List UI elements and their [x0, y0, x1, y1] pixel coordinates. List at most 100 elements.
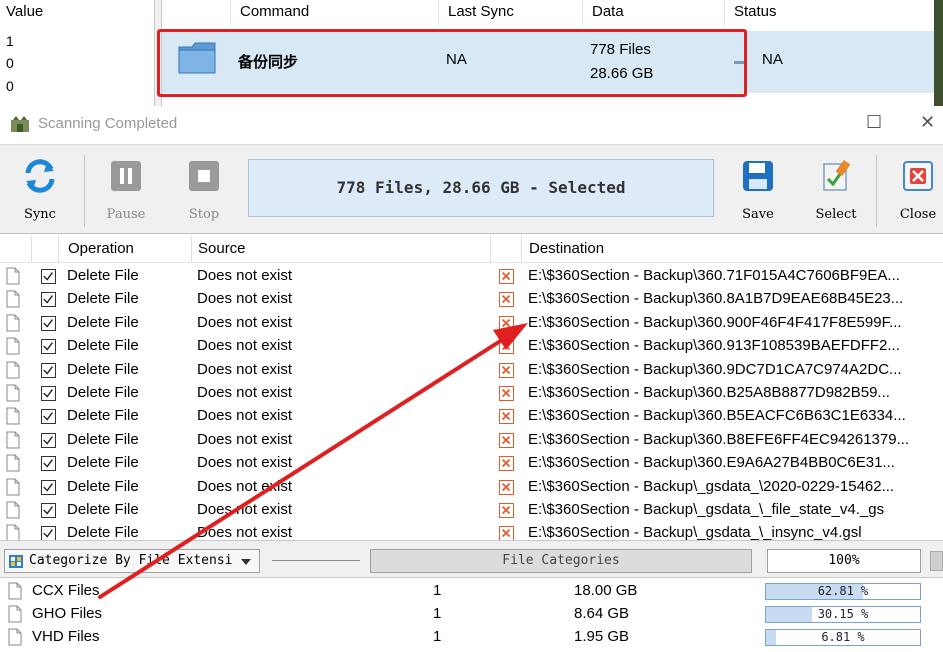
- close-label: Close: [899, 207, 937, 222]
- column-header-data[interactable]: Data: [592, 3, 624, 20]
- destination-cell: E:\$360Section - Backup\_gsdata_\_insync…: [528, 524, 862, 540]
- app-icon: [11, 116, 29, 132]
- file-icon: [6, 290, 20, 308]
- row-checkbox[interactable]: [41, 315, 56, 331]
- row-checkbox[interactable]: [41, 269, 56, 284]
- operation-row[interactable]: Delete File Does not exist E:\$360Section …: [0, 429, 943, 452]
- checkmark-icon: [43, 342, 53, 351]
- chevron-down-icon: [241, 559, 251, 565]
- category-size: 8.64 GB: [574, 605, 630, 622]
- operation-row[interactable]: Delete File Does not exist E:\$360Section …: [0, 359, 943, 382]
- close-icon: [903, 161, 933, 191]
- row-checkbox[interactable]: [41, 503, 56, 518]
- category-row[interactable]: GHO Files 1 8.64 GB 30.15 %: [0, 603, 943, 626]
- category-count: 1: [433, 582, 442, 599]
- source-cell: Does not exist: [197, 430, 293, 448]
- checkmark-icon: [43, 295, 53, 304]
- row-checkbox[interactable]: [41, 292, 56, 308]
- categorize-label: Categorize By File Extensi: [29, 553, 233, 568]
- destination-cell: E:\$360Section - Backup\360.B8EFE6FF4EC9…: [528, 430, 910, 448]
- categorize-dropdown[interactable]: Categorize By File Extensi: [4, 549, 260, 573]
- file-icon: [8, 582, 22, 600]
- pause-label: Pause: [106, 207, 146, 222]
- operation-row[interactable]: Delete File Does not exist E:\$360Section …: [0, 452, 943, 475]
- operation-row[interactable]: Delete File Does not exist E:\$360Section …: [0, 265, 943, 288]
- scan-result-dialog: Scanning Completed ☐ ✕ Sync Pause Stop 7…: [0, 106, 943, 652]
- missing-file-icon: [499, 409, 514, 425]
- row-checkbox[interactable]: [41, 386, 56, 401]
- checkmark-icon: [43, 412, 53, 421]
- column-header-command[interactable]: Command: [240, 3, 309, 20]
- checkmark-icon: [43, 529, 53, 538]
- category-size: 1.95 GB: [574, 628, 630, 645]
- operation-row[interactable]: Delete File Does not exist E:\$360Section …: [0, 382, 943, 405]
- operation-row[interactable]: Delete File Does not exist E:\$360Section …: [0, 312, 943, 335]
- checkmark-icon: [43, 389, 53, 398]
- operation-row[interactable]: Delete File Does not exist E:\$360Section …: [0, 288, 943, 311]
- column-header-last-sync[interactable]: Last Sync: [448, 3, 514, 20]
- category-percent-bar: 6.81 %: [765, 629, 921, 646]
- column-header-source[interactable]: Source: [198, 240, 246, 257]
- scroll-right-button[interactable]: [930, 551, 943, 571]
- operation-cell: Delete File: [67, 430, 139, 448]
- operation-row[interactable]: Delete File Does not exist E:\$360Section …: [0, 522, 943, 540]
- category-count: 1: [433, 628, 442, 645]
- source-cell: Does not exist: [197, 290, 293, 308]
- column-header-status[interactable]: Status: [734, 3, 777, 20]
- row-checkbox[interactable]: [41, 479, 56, 495]
- maximize-icon[interactable]: ☐: [866, 112, 882, 133]
- file-categories-button[interactable]: File Categories: [370, 549, 752, 573]
- source-cell: Does not exist: [197, 384, 293, 401]
- row-checkbox[interactable]: [41, 409, 56, 425]
- source-cell: Does not exist: [197, 501, 293, 518]
- stop-button[interactable]: Stop: [176, 159, 232, 222]
- category-row[interactable]: CCX Files 1 18.00 GB 62.81 %: [0, 580, 943, 603]
- operation-cell: Delete File: [67, 313, 139, 331]
- value-panel: Value 1 0 0: [0, 0, 154, 106]
- operation-row[interactable]: Delete File Does not exist E:\$360Section …: [0, 499, 943, 522]
- select-button[interactable]: Select: [808, 159, 864, 222]
- source-cell: Does not exist: [197, 524, 293, 540]
- operation-row[interactable]: Delete File Does not exist E:\$360Section …: [0, 405, 943, 428]
- source-cell: Does not exist: [197, 313, 293, 331]
- row-checkbox[interactable]: [41, 526, 56, 540]
- row-checkbox[interactable]: [41, 432, 56, 448]
- file-icon: [6, 267, 20, 285]
- file-icon: [6, 501, 20, 519]
- selection-status: 778 Files, 28.66 GB - Selected: [336, 178, 626, 197]
- sync-label: Sync: [24, 207, 56, 222]
- category-name: VHD Files: [32, 628, 100, 645]
- close-button[interactable]: Close: [892, 159, 943, 222]
- category-toolbar: Categorize By File Extensi File Categori…: [0, 540, 943, 578]
- checkmark-icon: [43, 272, 53, 281]
- sync-button[interactable]: Sync: [12, 159, 68, 222]
- title-bar[interactable]: Scanning Completed ☐ ✕: [0, 106, 943, 144]
- row-checkbox[interactable]: [41, 339, 56, 355]
- row-checkbox[interactable]: [41, 456, 56, 472]
- save-button[interactable]: Save: [730, 159, 786, 222]
- checkmark-icon: [43, 318, 53, 328]
- row-checkbox[interactable]: [41, 362, 56, 378]
- annotation-highlight-box: [157, 29, 747, 97]
- missing-file-icon: [499, 432, 514, 448]
- operation-cell: Delete File: [67, 454, 139, 472]
- column-header-destination[interactable]: Destination: [529, 240, 604, 257]
- file-icon: [6, 407, 20, 425]
- operation-cell: Delete File: [67, 407, 139, 425]
- destination-cell: E:\$360Section - Backup\360.B5EACFC6B63C…: [528, 407, 906, 425]
- operation-cell: Delete File: [67, 360, 139, 378]
- checkmark-icon: [43, 482, 53, 492]
- checkmark-icon: [43, 506, 53, 515]
- destination-cell: E:\$360Section - Backup\360.913F108539BA…: [528, 337, 900, 355]
- toolbar: Sync Pause Stop 778 Files, 28.66 GB - Se…: [0, 144, 943, 234]
- close-window-icon[interactable]: ✕: [920, 112, 935, 133]
- column-header-operation[interactable]: Operation: [68, 240, 134, 257]
- job-status: NA: [762, 51, 783, 68]
- operation-row[interactable]: Delete File Does not exist E:\$360Section …: [0, 476, 943, 499]
- operation-row[interactable]: Delete File Does not exist E:\$360Section …: [0, 335, 943, 358]
- destination-cell: E:\$360Section - Backup\_gsdata_\2020-02…: [528, 477, 895, 495]
- category-row[interactable]: VHD Files 1 1.95 GB 6.81 %: [0, 626, 943, 649]
- pause-button[interactable]: Pause: [98, 159, 154, 222]
- total-percent-box: 100%: [767, 549, 921, 573]
- selection-status-panel: 778 Files, 28.66 GB - Selected: [248, 159, 714, 217]
